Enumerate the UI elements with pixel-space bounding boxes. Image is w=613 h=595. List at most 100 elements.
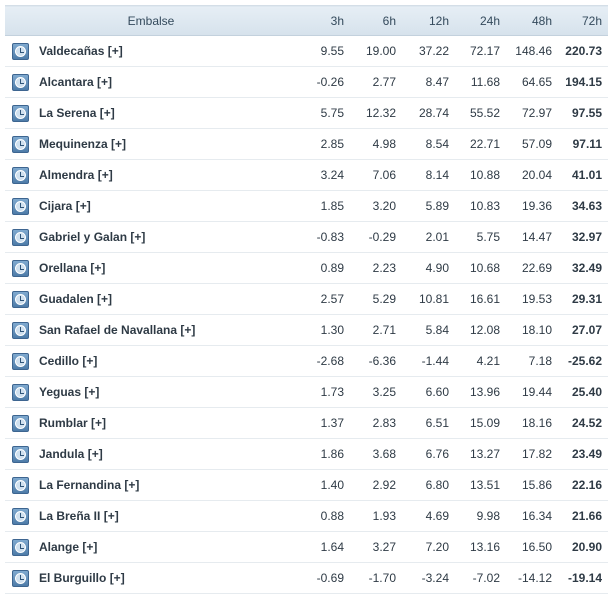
- clock-icon[interactable]: [11, 383, 29, 401]
- clock-icon-cell: [5, 283, 35, 315]
- clock-icon[interactable]: [11, 445, 29, 463]
- value-72h: 32.49: [558, 252, 608, 284]
- value-48h: 19.44: [506, 376, 558, 408]
- clock-icon[interactable]: [11, 507, 29, 525]
- header-48h[interactable]: 48h: [506, 5, 558, 36]
- reservoir-name: Almendra: [39, 168, 95, 182]
- clock-icon-cell: [5, 128, 35, 160]
- value-3h: 1.30: [297, 314, 350, 346]
- reservoir-name: Alange: [39, 540, 80, 554]
- value-3h: 5.75: [297, 97, 350, 129]
- clock-icon[interactable]: [11, 104, 29, 122]
- clock-icon[interactable]: [11, 259, 29, 277]
- expand-link[interactable]: [+]: [180, 323, 195, 337]
- value-48h: 20.04: [506, 159, 558, 191]
- header-12h[interactable]: 12h: [402, 5, 455, 36]
- value-48h: 148.46: [506, 35, 558, 67]
- clock-icon-cell: [5, 66, 35, 98]
- value-72h: 32.97: [558, 221, 608, 253]
- header-72h[interactable]: 72h: [558, 5, 608, 36]
- expand-link[interactable]: [+]: [97, 75, 112, 89]
- clock-icon[interactable]: [11, 228, 29, 246]
- value-24h: 13.51: [455, 469, 506, 501]
- expand-link[interactable]: [+]: [82, 354, 97, 368]
- expand-link[interactable]: [+]: [110, 571, 125, 585]
- value-24h: 22.71: [455, 128, 506, 160]
- expand-link[interactable]: [+]: [76, 199, 91, 213]
- expand-link[interactable]: [+]: [97, 292, 112, 306]
- clock-icon[interactable]: [11, 73, 29, 91]
- value-3h: 1.86: [297, 438, 350, 470]
- expand-link[interactable]: [+]: [124, 478, 139, 492]
- value-24h: 10.68: [455, 252, 506, 284]
- table-row: El Burguillo [+] -0.69 -1.70 -3.24 -7.02 -14.…: [5, 562, 608, 594]
- clock-icon-cell: [5, 159, 35, 191]
- reservoir-table-container: Embalse 3h 6h 12h 24h 48h 72h Valdecañas…: [5, 5, 608, 594]
- reservoir-name: Cijara: [39, 199, 73, 213]
- expand-link[interactable]: [+]: [108, 44, 123, 58]
- reservoir-name-cell: Orellana [+]: [35, 252, 297, 284]
- value-72h: 97.55: [558, 97, 608, 129]
- value-72h: 24.52: [558, 407, 608, 439]
- value-12h: 8.14: [402, 159, 455, 191]
- reservoir-name: Rumblar: [39, 416, 88, 430]
- reservoir-name-cell: La Fernandina [+]: [35, 469, 297, 501]
- clock-icon[interactable]: [11, 166, 29, 184]
- clock-icon-cell: [5, 314, 35, 346]
- clock-icon[interactable]: [11, 352, 29, 370]
- clock-icon[interactable]: [11, 538, 29, 556]
- expand-link[interactable]: [+]: [90, 261, 105, 275]
- expand-link[interactable]: [+]: [84, 385, 99, 399]
- reservoir-name-cell: Alcantara [+]: [35, 66, 297, 98]
- reservoir-name-cell: Yeguas [+]: [35, 376, 297, 408]
- value-72h: 23.49: [558, 438, 608, 470]
- value-48h: 14.47: [506, 221, 558, 253]
- clock-icon[interactable]: [11, 569, 29, 587]
- value-12h: 6.51: [402, 407, 455, 439]
- value-6h: 1.93: [350, 500, 402, 532]
- clock-icon[interactable]: [11, 42, 29, 60]
- value-6h: 2.77: [350, 66, 402, 98]
- clock-icon-cell: [5, 221, 35, 253]
- value-6h: 5.29: [350, 283, 402, 315]
- expand-link[interactable]: [+]: [88, 447, 103, 461]
- expand-link[interactable]: [+]: [130, 230, 145, 244]
- reservoir-name-cell: Cedillo [+]: [35, 345, 297, 377]
- value-48h: 16.50: [506, 531, 558, 563]
- header-6h[interactable]: 6h: [350, 5, 402, 36]
- value-12h: 4.90: [402, 252, 455, 284]
- value-24h: 10.83: [455, 190, 506, 222]
- clock-icon[interactable]: [11, 197, 29, 215]
- table-row: Yeguas [+] 1.73 3.25 6.60 13.96 19.44 25.40: [5, 376, 608, 408]
- table-row: La Breña II [+] 0.88 1.93 4.69 9.98 16.34 21.6…: [5, 500, 608, 532]
- expand-link[interactable]: [+]: [100, 106, 115, 120]
- value-72h: 29.31: [558, 283, 608, 315]
- table-row: Alange [+] 1.64 3.27 7.20 13.16 16.50 20.90: [5, 531, 608, 563]
- expand-link[interactable]: [+]: [104, 509, 119, 523]
- expand-link[interactable]: [+]: [82, 540, 97, 554]
- value-6h: 2.71: [350, 314, 402, 346]
- value-72h: 34.63: [558, 190, 608, 222]
- header-3h[interactable]: 3h: [297, 5, 350, 36]
- expand-link[interactable]: [+]: [91, 416, 106, 430]
- value-3h: -0.83: [297, 221, 350, 253]
- clock-icon[interactable]: [11, 414, 29, 432]
- clock-icon[interactable]: [11, 321, 29, 339]
- header-24h[interactable]: 24h: [455, 5, 506, 36]
- clock-icon[interactable]: [11, 476, 29, 494]
- value-3h: -2.68: [297, 345, 350, 377]
- clock-icon-cell: [5, 252, 35, 284]
- header-embalse[interactable]: Embalse: [5, 5, 297, 36]
- value-6h: -0.29: [350, 221, 402, 253]
- value-48h: 18.10: [506, 314, 558, 346]
- value-24h: 55.52: [455, 97, 506, 129]
- value-72h: 220.73: [558, 35, 608, 67]
- clock-icon[interactable]: [11, 290, 29, 308]
- expand-link[interactable]: [+]: [111, 137, 126, 151]
- clock-icon[interactable]: [11, 135, 29, 153]
- expand-link[interactable]: [+]: [98, 168, 113, 182]
- value-6h: 19.00: [350, 35, 402, 67]
- value-72h: -19.14: [558, 562, 608, 594]
- clock-icon-cell: [5, 345, 35, 377]
- value-3h: 1.64: [297, 531, 350, 563]
